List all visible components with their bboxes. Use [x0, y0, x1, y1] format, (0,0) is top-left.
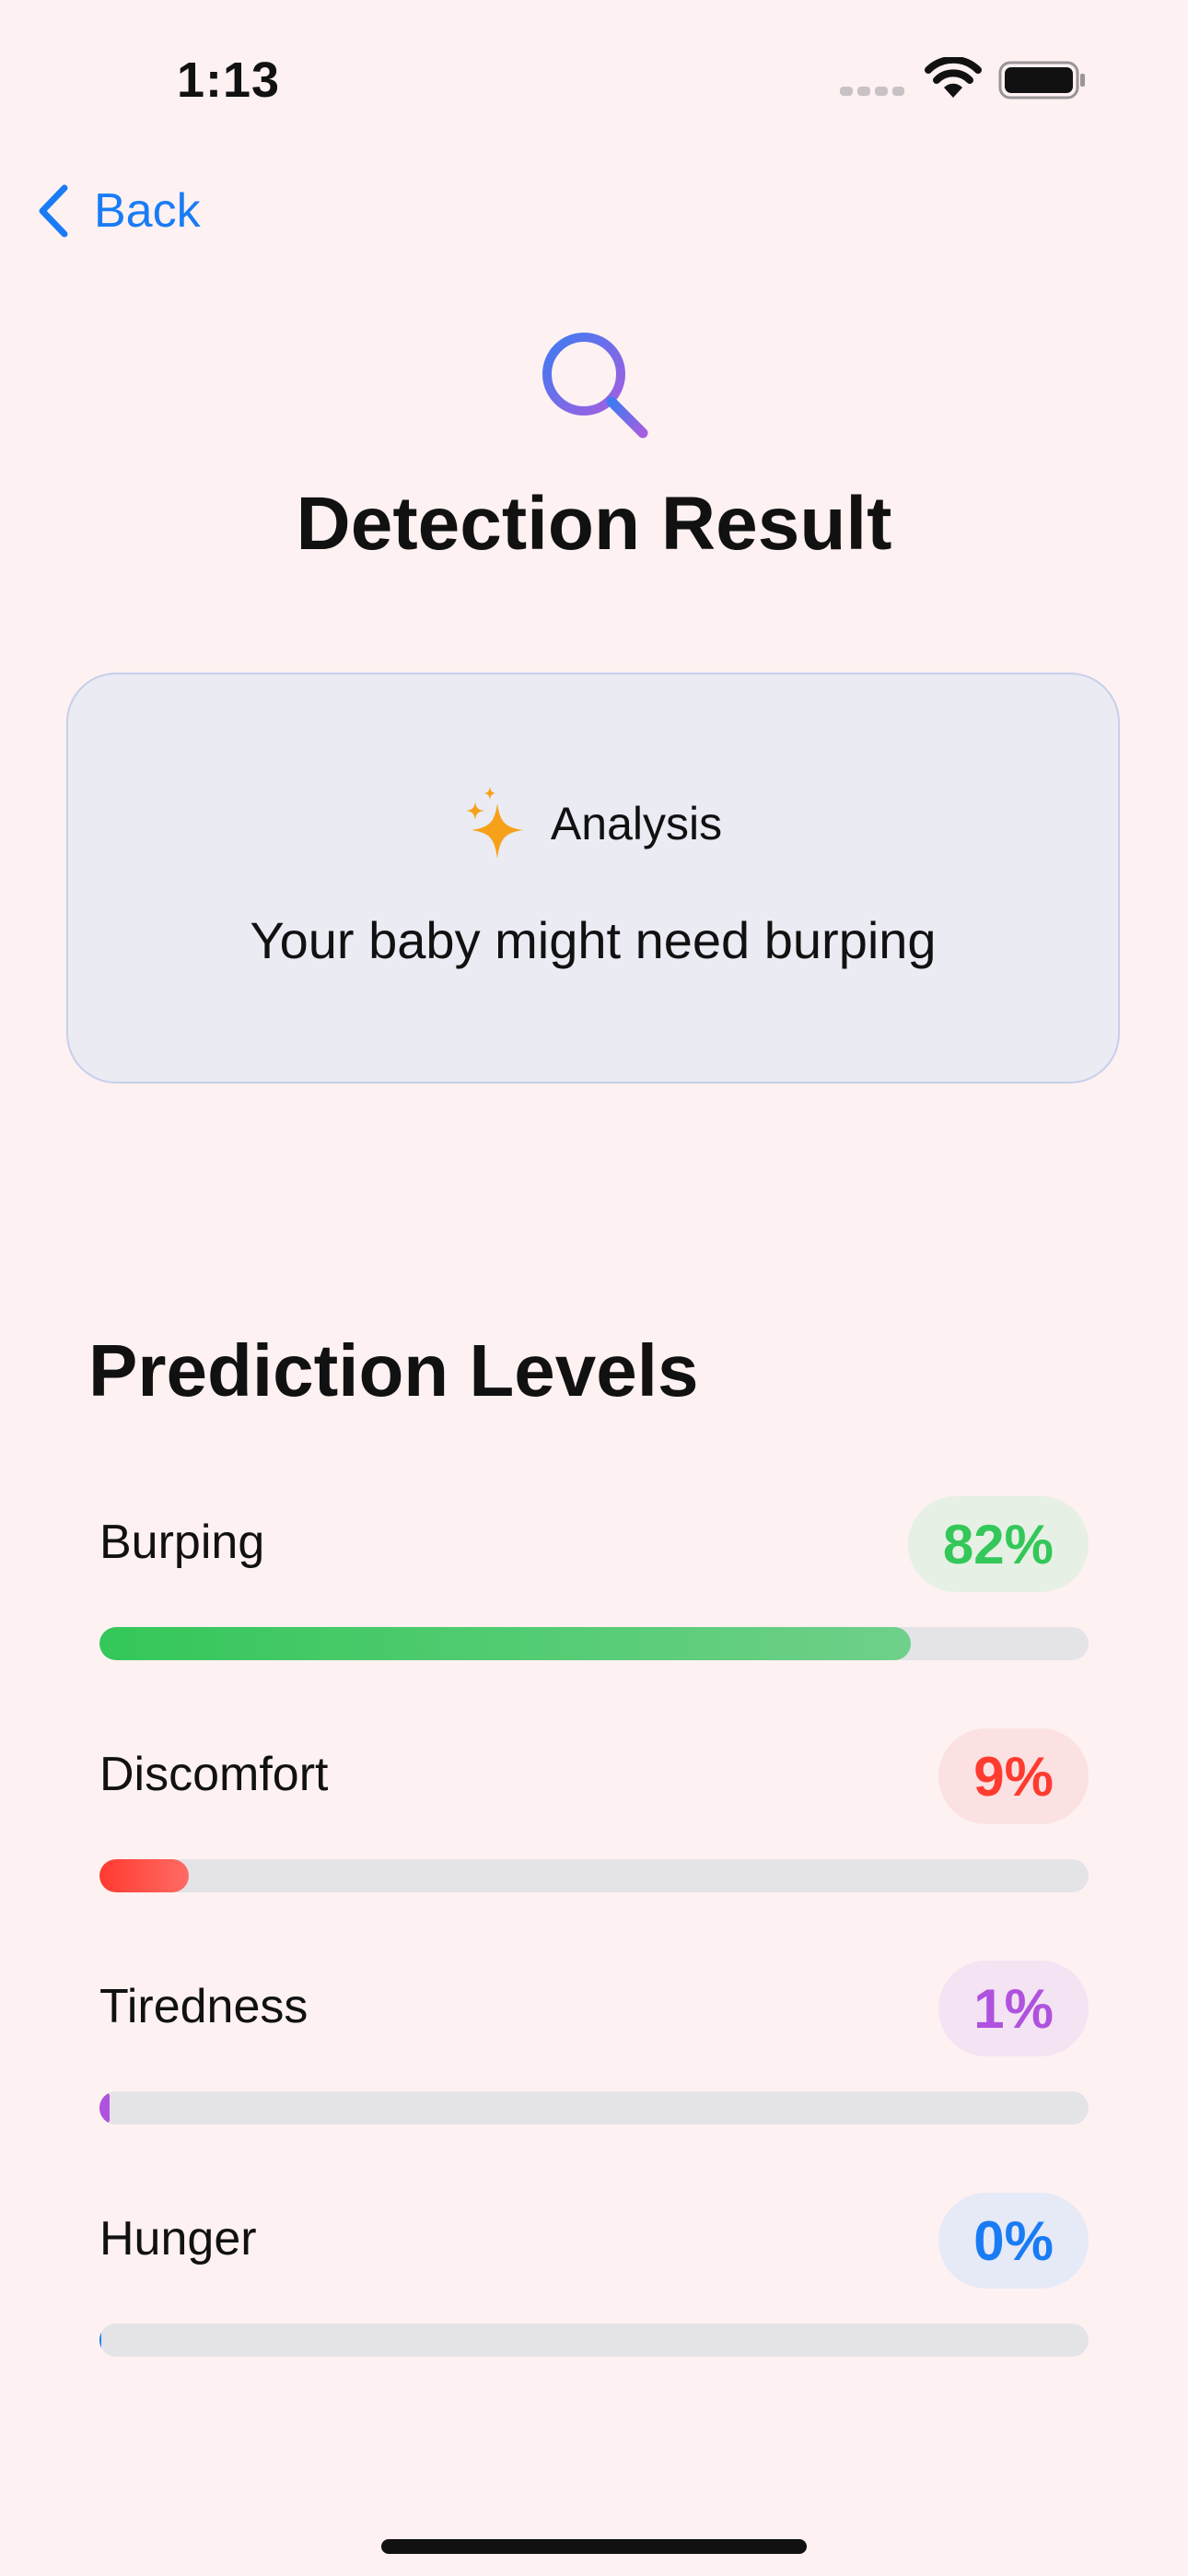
prediction-percent-badge: 0%: [938, 2193, 1089, 2289]
analysis-message: Your baby might need burping: [250, 911, 937, 969]
prediction-row-hunger: Hunger 0%: [99, 2193, 1089, 2377]
prediction-progress-fill: [99, 1859, 189, 1892]
battery-icon: [998, 61, 1085, 100]
back-button[interactable]: Back: [35, 179, 201, 243]
signal-dots-icon: [840, 87, 904, 96]
analysis-header: Analysis: [68, 787, 1118, 861]
sparkle-icon: [465, 787, 523, 859]
prediction-row-discomfort: Discomfort 9%: [99, 1728, 1089, 1913]
analysis-label: Analysis: [550, 798, 723, 849]
analysis-card: Analysis Your baby might need burping: [66, 673, 1120, 1083]
status-icons: [840, 57, 1087, 101]
prediction-progress-fill: [99, 1627, 911, 1660]
page-title: Detection Result: [296, 482, 892, 566]
prediction-row-tiredness: Tiredness 1%: [99, 1961, 1089, 2145]
prediction-progress-fill: [99, 2091, 110, 2125]
prediction-label: Hunger: [99, 2212, 257, 2266]
magnifying-glass-icon: [542, 333, 648, 439]
prediction-progress-fill: [99, 2324, 101, 2357]
back-label: Back: [94, 184, 201, 238]
prediction-percent-badge: 9%: [938, 1728, 1089, 1824]
prediction-percent-badge: 1%: [938, 1961, 1089, 2056]
status-time: 1:13: [177, 53, 281, 108]
prediction-progress-track: [99, 1859, 1089, 1892]
prediction-label: Tiredness: [99, 1980, 309, 2033]
home-indicator: [381, 2539, 807, 2554]
section-title: Prediction Levels: [88, 1329, 699, 1411]
chevron-left-icon: [39, 184, 68, 238]
prediction-progress-track: [99, 2091, 1089, 2125]
wifi-icon: [925, 57, 982, 98]
prediction-row-burping: Burping 82%: [99, 1496, 1089, 1680]
prediction-progress-track: [99, 1627, 1089, 1660]
prediction-percent-badge: 82%: [907, 1496, 1089, 1592]
prediction-progress-track: [99, 2324, 1089, 2357]
prediction-label: Burping: [99, 1516, 265, 1569]
prediction-label: Discomfort: [99, 1748, 329, 1801]
